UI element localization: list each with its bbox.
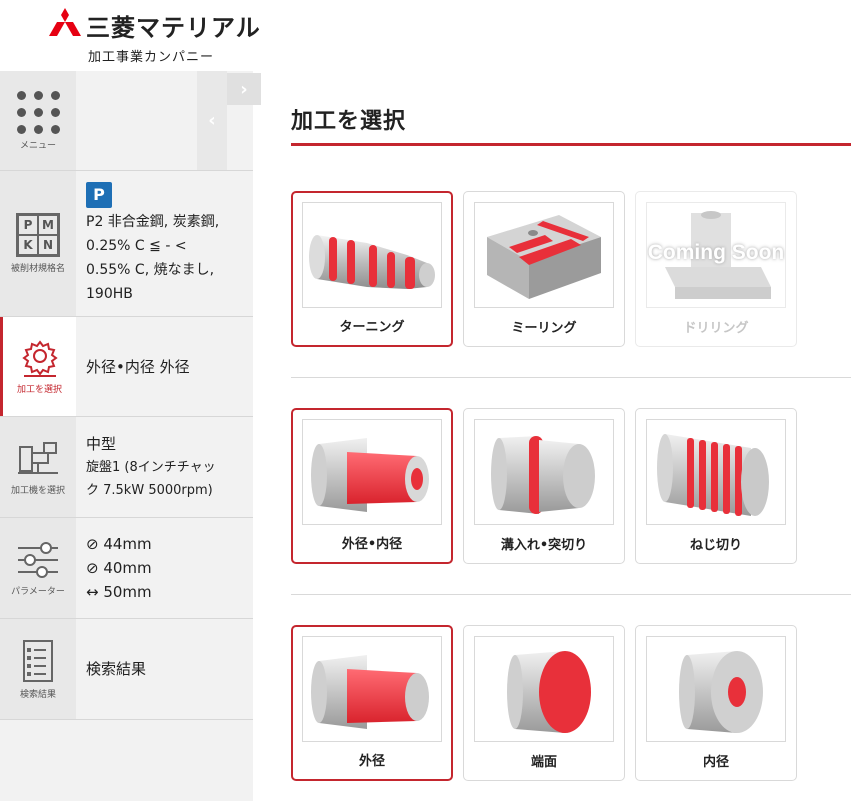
process-summary: 外径•内径 外径 — [86, 357, 190, 376]
sidebar-item-label: 加工機を選択 — [10, 485, 65, 496]
sidebar-item-label: パラメーター — [11, 586, 65, 597]
machine-size: 中型 — [86, 434, 117, 453]
title-underline — [291, 143, 851, 146]
chevron-right-icon: › — [240, 78, 248, 100]
option-label: 端面 — [530, 755, 557, 770]
lathe-machine-icon — [18, 441, 58, 474]
od-id-image-icon — [311, 438, 429, 512]
option-label: 外径 — [358, 754, 385, 769]
material-p-badge: P — [86, 181, 112, 208]
sidebar-item-material[interactable]: PMKN 被削材規格名 P P2 非合金鋼, 炭素鋼, 0.25% C ≦ - … — [0, 171, 253, 317]
option-label: 内径 — [702, 755, 729, 770]
divider — [291, 594, 851, 595]
machine-line: ク 7.5kW 5000rpm) — [86, 482, 213, 498]
material-grid-icon: PMKN — [16, 213, 60, 257]
milling-image-icon — [487, 215, 601, 299]
option-inner-diameter[interactable]: 内径 — [635, 625, 797, 781]
grooving-image-icon — [491, 436, 595, 514]
option-label: ねじ切り — [689, 538, 742, 553]
turning-image-icon — [309, 235, 435, 289]
option-od-id[interactable]: 外径•内径 — [291, 408, 453, 564]
sliders-icon — [18, 541, 58, 578]
sidebar-item-label: メニュー — [19, 140, 56, 151]
param-outer-diameter: ⊘ 44mm — [86, 535, 152, 553]
page-title: 加工を選択 — [291, 109, 407, 134]
results-text: 検索結果 — [86, 660, 147, 678]
coming-soon-overlay: Coming Soon — [647, 241, 785, 264]
sidebar-item-results[interactable]: 検索結果 検索結果 — [0, 619, 253, 720]
option-drilling: Coming Soon ドリリング — [635, 191, 797, 347]
collapse-sidebar-button[interactable]: › — [227, 73, 261, 105]
option-face[interactable]: 端面 — [463, 625, 625, 781]
option-milling[interactable]: ミーリング — [463, 191, 625, 347]
outer-diameter-image-icon — [311, 655, 429, 729]
machine-line: 旋盤1 (8インチチャッ — [86, 459, 216, 475]
inner-diameter-image-icon — [679, 651, 763, 733]
option-label: 外径•内径 — [341, 537, 403, 552]
material-line: 0.25% C ≦ - < — [86, 237, 187, 254]
option-label: ドリリング — [683, 321, 749, 336]
material-line: 190HB — [86, 285, 133, 302]
sidebar-item-label: 被削材規格名 — [10, 264, 65, 274]
gear-icon — [21, 340, 58, 377]
brand-subtitle: 加工事業カンパニー — [88, 50, 215, 65]
option-label: ミーリング — [511, 321, 577, 336]
face-image-icon — [507, 651, 591, 733]
sidebar-item-parameters[interactable]: パラメーター ⊘ 44mm ⊘ 40mm ↔ 50mm — [0, 518, 253, 619]
option-outer-diameter[interactable]: 外径 — [291, 625, 453, 781]
material-line: 0.55% C, 焼なまし, — [86, 261, 215, 278]
option-label: 溝入れ•突切り — [500, 538, 588, 553]
company-logo[interactable]: 三菱マテリアル 加工事業カンパニー — [48, 6, 261, 66]
chevron-left-icon[interactable]: ‹ — [197, 71, 227, 170]
sidebar-item-process[interactable]: 加工を選択 外径•内径 外径 — [0, 317, 253, 417]
material-line: P2 非合金鋼, 炭素鋼, — [86, 213, 220, 230]
sidebar-item-label: 検索結果 — [19, 689, 56, 700]
sidebar-item-label: 加工を選択 — [16, 385, 62, 395]
param-length: ↔ 50mm — [86, 583, 152, 601]
menu-grid-icon — [16, 90, 60, 134]
option-grooving[interactable]: 溝入れ•突切り — [463, 408, 625, 564]
threading-image-icon — [657, 434, 769, 516]
mitsubishi-logo-icon — [49, 8, 81, 36]
divider — [291, 377, 851, 378]
option-threading[interactable]: ねじ切り — [635, 408, 797, 564]
sidebar-item-machine[interactable]: 加工機を選択 中型 旋盤1 (8インチチャッ ク 7.5kW 5000rpm) — [0, 417, 253, 518]
option-label: ターニング — [339, 320, 405, 335]
option-turning[interactable]: ターニング — [291, 191, 453, 347]
sidebar-item-menu[interactable]: メニュー ‹ — [0, 71, 253, 171]
brand-name: 三菱マテリアル — [86, 14, 261, 42]
param-inner-diameter: ⊘ 40mm — [86, 559, 152, 577]
list-document-icon — [23, 639, 53, 682]
